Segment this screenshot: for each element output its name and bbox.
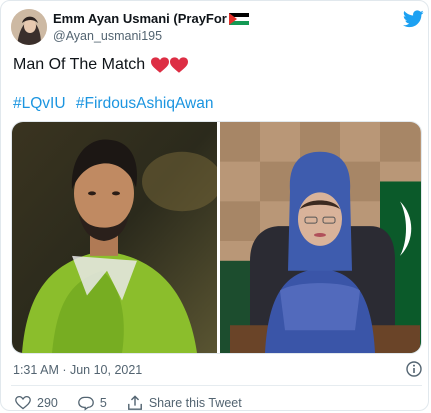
like-count: 290 xyxy=(37,396,58,410)
tweet-card: Emm Ayan Usmani (PrayFor @Ayan_usmani195… xyxy=(0,0,429,411)
photo-cricketer[interactable] xyxy=(12,122,217,353)
author-name-text[interactable]: Emm Ayan Usmani (PrayFor xyxy=(53,11,227,26)
tweet-actions: 290 5 Share this Tweet xyxy=(15,395,262,411)
like-button[interactable]: 290 xyxy=(15,395,58,411)
divider xyxy=(11,385,422,386)
share-button[interactable]: Share this Tweet xyxy=(127,395,242,411)
author-name[interactable]: Emm Ayan Usmani (PrayFor xyxy=(53,11,249,26)
tweet-timestamp[interactable]: 1:31 AM · Jun 10, 2021 xyxy=(13,363,142,377)
hashtags: #LQvIU #FirdousAshiqAwan xyxy=(13,95,219,113)
share-icon xyxy=(127,395,142,410)
tweet-media[interactable] xyxy=(11,121,422,354)
info-icon[interactable] xyxy=(406,361,422,377)
share-label: Share this Tweet xyxy=(148,396,242,410)
reply-icon xyxy=(78,396,94,411)
heart-icon xyxy=(15,395,31,410)
palestine-flag-icon xyxy=(228,12,249,25)
hashtag-firdousashiqawan[interactable]: #FirdousAshiqAwan xyxy=(76,95,214,112)
avatar[interactable] xyxy=(11,9,47,45)
photo-firdous-ashiq-awan[interactable] xyxy=(220,122,422,353)
reply-count: 5 xyxy=(99,396,107,410)
reply-button[interactable]: 5 xyxy=(78,395,107,411)
twitter-bird-icon[interactable] xyxy=(403,10,424,28)
red-heart-icon xyxy=(151,56,170,73)
author-handle[interactable]: @Ayan_usmani195 xyxy=(53,29,162,43)
tweet-text: Man Of The Match xyxy=(13,56,189,74)
red-heart-icon xyxy=(170,56,189,73)
tweet-text-content: Man Of The Match xyxy=(13,56,146,73)
hashtag-lqviu[interactable]: #LQvIU xyxy=(13,95,66,112)
